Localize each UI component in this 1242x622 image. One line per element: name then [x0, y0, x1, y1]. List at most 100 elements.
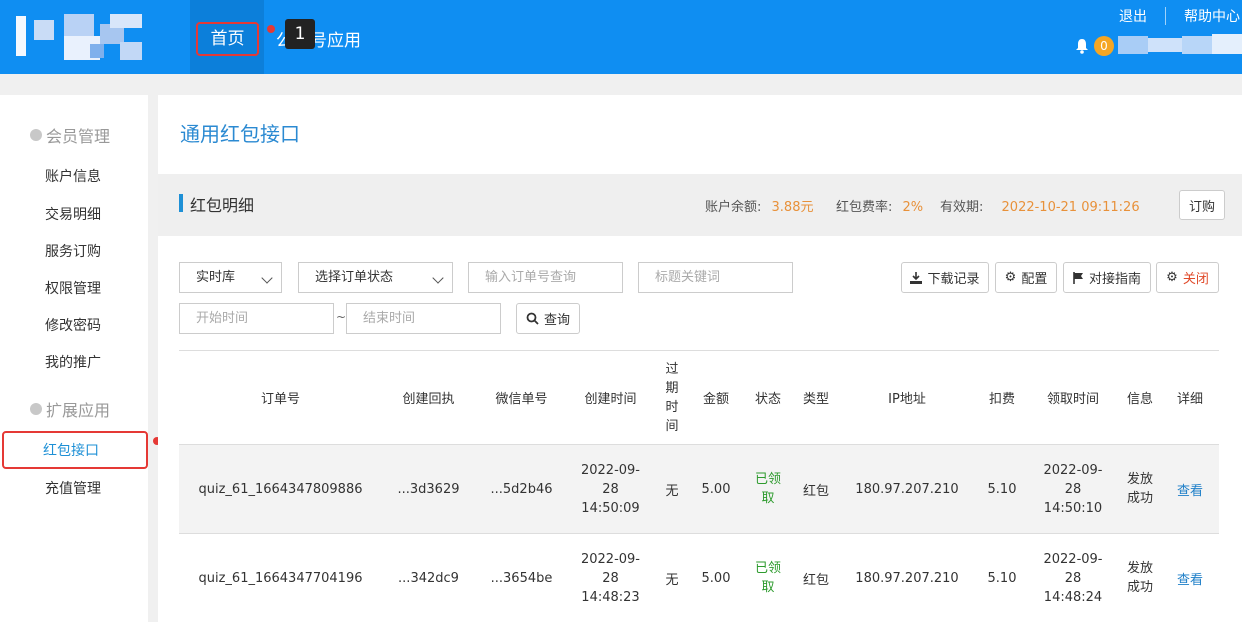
create-day: 28 [602, 481, 619, 497]
integration-guide-button[interactable]: 对接指南 [1063, 262, 1151, 293]
amount: 5.00 [691, 533, 741, 622]
balance-info: 账户余额: 3.88元 [705, 196, 813, 215]
guide-label: 对接指南 [1088, 272, 1141, 287]
start-time-input[interactable]: 开始时间 [179, 303, 334, 334]
flag-icon [1073, 271, 1083, 284]
receive-date: 2022-09- [1043, 551, 1103, 567]
col-fee: 扣费 [977, 350, 1027, 445]
db-select[interactable]: 实时库 [179, 262, 282, 293]
help-center-link[interactable]: 帮助中心 [1184, 6, 1240, 26]
view-detail-link[interactable]: 查看 [1161, 444, 1219, 534]
info-line2: 成功 [1126, 491, 1153, 506]
end-time-input[interactable]: 结束时间 [346, 303, 501, 334]
page-title: 通用红包接口 [180, 122, 300, 146]
fee: 5.10 [977, 444, 1027, 534]
col-status: 状态 [741, 350, 795, 445]
expiry-label: 有效期: [940, 200, 984, 215]
order-status-select[interactable]: 选择订单状态 [298, 262, 453, 293]
sidebar-item-promotion[interactable]: 我的推广 [45, 352, 101, 372]
sidebar-item-service-order[interactable]: 服务订购 [45, 241, 101, 261]
wechat-number: ...5d2b46 [475, 444, 568, 534]
amount: 5.00 [691, 444, 741, 534]
chevron-down-icon [261, 272, 273, 284]
download-label: 下载记录 [927, 272, 980, 287]
status: 已领 取 [741, 444, 795, 534]
table-row: quiz_61_1664347704196 ...342dc9 ...3654b… [179, 533, 1219, 622]
create-receipt: ...342dc9 [382, 533, 475, 622]
expiry-info: 有效期: 2022-10-21 09:11:26 [940, 196, 1140, 215]
col-create-receipt: 创建回执 [382, 350, 475, 445]
expiry-value: 2022-10-21 09:11:26 [1001, 200, 1140, 215]
keyword-input[interactable]: 标题关键词 [638, 262, 793, 293]
bell-icon[interactable] [1075, 38, 1089, 54]
logo[interactable] [16, 14, 142, 60]
sidebar-group-member: 会员管理 [30, 123, 110, 147]
receive-clock: 14:50:10 [1043, 500, 1103, 516]
logout-link[interactable]: 退出 [1119, 6, 1147, 26]
order-button[interactable]: 订购 [1179, 190, 1225, 220]
expire-time: 无 [653, 533, 691, 622]
status-line1: 已领 [754, 472, 781, 487]
create-receipt: ...3d3629 [382, 444, 475, 534]
receive-time: 2022-09- 28 14:50:10 [1027, 444, 1119, 534]
download-icon [910, 271, 923, 284]
marker-1: 1 [285, 19, 315, 49]
create-date: 2022-09- [580, 551, 640, 567]
marker-dot [267, 25, 275, 33]
user-icon [30, 129, 42, 141]
nav-home[interactable]: 首页 [196, 22, 259, 56]
col-amount: 金额 [691, 350, 741, 445]
user-avatar-blurred[interactable] [1118, 34, 1242, 56]
status-line2: 取 [761, 580, 775, 595]
col-receive-time: 领取时间 [1027, 350, 1119, 445]
table-header-row: 订单号 创建回执 微信单号 创建时间 过期时间 金额 状态 类型 IP地址 扣费… [179, 350, 1219, 445]
rate-label: 红包费率: [836, 200, 893, 215]
sidebar-item-redpacket-api[interactable]: 红包接口 [43, 440, 99, 460]
search-icon [526, 312, 539, 325]
sidebar-item-recharge[interactable]: 充值管理 [45, 478, 101, 498]
order-number-input[interactable]: 输入订单号查询 [468, 262, 623, 293]
config-button[interactable]: ⚙ 配置 [995, 262, 1057, 293]
col-info: 信息 [1119, 350, 1161, 445]
sidebar-item-transactions[interactable]: 交易明细 [45, 204, 101, 224]
fee: 5.10 [977, 533, 1027, 622]
table-row: quiz_61_1664347809886 ...3d3629 ...5d2b4… [179, 444, 1219, 534]
receive-day: 28 [1064, 570, 1082, 586]
receive-time: 2022-09- 28 14:48:24 [1027, 533, 1119, 622]
balance-value: 3.88元 [771, 200, 814, 215]
receive-date: 2022-09- [1043, 462, 1103, 478]
col-order-number: 订单号 [179, 350, 382, 445]
col-create-time: 创建时间 [568, 350, 653, 445]
sidebar-item-permissions[interactable]: 权限管理 [45, 278, 101, 298]
wechat-number: ...3654be [475, 533, 568, 622]
date-range-separator: ~ [336, 310, 347, 324]
close-button[interactable]: ⚙ 关闭 [1156, 262, 1219, 293]
col-ip: IP地址 [837, 350, 977, 445]
status-line1: 已领 [754, 561, 781, 576]
rate-value: 2% [902, 200, 924, 215]
gear-icon: ⚙ [1004, 270, 1017, 285]
receive-clock: 14:48:24 [1043, 589, 1103, 605]
col-type: 类型 [795, 350, 837, 445]
notification-badge[interactable]: 0 [1094, 36, 1114, 56]
info: 发放 成功 [1119, 444, 1161, 534]
col-wechat-number: 微信单号 [475, 350, 568, 445]
download-records-button[interactable]: 下载记录 [901, 262, 989, 293]
receive-day: 28 [1064, 481, 1082, 497]
close-label: 关闭 [1182, 272, 1209, 287]
type: 红包 [795, 533, 837, 622]
view-detail-link[interactable]: 查看 [1161, 533, 1219, 622]
balance-label: 账户余额: [705, 200, 762, 215]
status: 已领 取 [741, 533, 795, 622]
sidebar-item-change-password[interactable]: 修改密码 [45, 315, 101, 335]
sidebar-item-account-info[interactable]: 账户信息 [45, 166, 101, 186]
expire-time: 无 [653, 444, 691, 534]
query-button[interactable]: 查询 [516, 303, 580, 334]
sidebar-group-extensions: 扩展应用 [30, 397, 110, 421]
type: 红包 [795, 444, 837, 534]
db-select-value: 实时库 [196, 270, 236, 285]
title-accent-bar [179, 194, 183, 212]
sidebar-group-label: 会员管理 [46, 127, 111, 146]
create-day: 28 [602, 570, 619, 586]
gear-icon: ⚙ [1166, 270, 1178, 285]
